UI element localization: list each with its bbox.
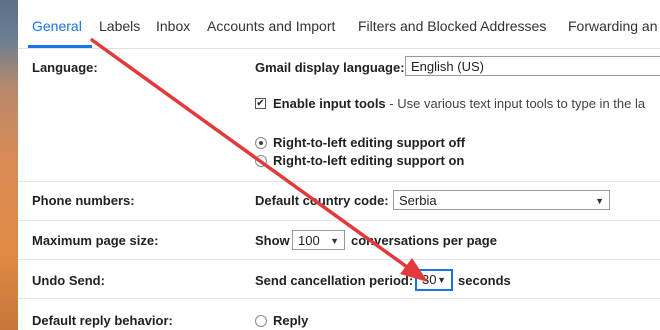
cancellation-period-label: Send cancellation period: xyxy=(255,273,414,288)
input-tools-text: Enable input tools - Use various text in… xyxy=(273,96,645,111)
settings-tabs: General Labels Inbox Accounts and Import… xyxy=(18,0,660,49)
rtl-off-label: Right-to-left editing support off xyxy=(273,135,466,150)
display-language-select[interactable]: English (US) xyxy=(405,56,660,76)
cancellation-period-select[interactable]: 30 ▼ xyxy=(415,269,453,291)
country-code-select[interactable]: Serbia ▼ xyxy=(393,190,610,210)
page-size-row: Maximum page size: Show 100 ▼ conversati… xyxy=(18,221,660,260)
tab-labels[interactable]: Labels xyxy=(99,18,140,34)
tab-forwarding[interactable]: Forwarding an xyxy=(568,18,658,34)
input-tools-description: - Use various text input tools to type i… xyxy=(385,96,646,111)
tab-accounts-and-import[interactable]: Accounts and Import xyxy=(207,18,335,34)
country-code-label: Default country code: xyxy=(255,193,389,208)
chevron-down-icon: ▼ xyxy=(437,275,446,285)
chevron-down-icon: ▼ xyxy=(330,236,339,246)
tab-filters-and-blocked-addresses[interactable]: Filters and Blocked Addresses xyxy=(358,18,546,34)
display-language-value: English (US) xyxy=(411,59,484,74)
page-size-row-label: Maximum page size: xyxy=(32,233,159,248)
page-size-select[interactable]: 100 ▼ xyxy=(292,230,345,250)
display-language-label: Gmail display language: xyxy=(255,60,405,75)
settings-panel: General Labels Inbox Accounts and Import… xyxy=(18,0,660,330)
page-size-prefix: Show xyxy=(255,233,290,248)
reply-behavior-row: Default reply behavior: Reply xyxy=(18,299,660,330)
tab-general[interactable]: General xyxy=(32,18,82,34)
seconds-label: seconds xyxy=(458,273,511,288)
reply-behavior-row-label: Default reply behavior: xyxy=(32,313,173,328)
active-tab-indicator xyxy=(28,45,92,48)
language-row-label: Language: xyxy=(32,60,98,75)
reply-option-label: Reply xyxy=(273,313,309,328)
enable-input-tools-checkbox[interactable]: ✔ xyxy=(255,98,266,109)
input-tools-label: Enable input tools xyxy=(273,96,386,111)
cancellation-period-value: 30 xyxy=(422,272,437,287)
chevron-down-icon: ▼ xyxy=(595,196,604,206)
undo-send-row-label: Undo Send: xyxy=(32,273,105,288)
tab-inbox[interactable]: Inbox xyxy=(156,18,190,34)
page-size-value: 100 xyxy=(298,233,320,248)
phone-numbers-row: Phone numbers: Default country code: Ser… xyxy=(18,182,660,221)
undo-send-row: Undo Send: Send cancellation period: 30 … xyxy=(18,260,660,299)
language-row: Language: Gmail display language: Englis… xyxy=(18,49,660,182)
rtl-off-radio[interactable] xyxy=(255,137,267,149)
country-code-value: Serbia xyxy=(399,193,437,208)
rtl-on-radio[interactable] xyxy=(255,155,267,167)
phone-numbers-row-label: Phone numbers: xyxy=(32,193,135,208)
rtl-on-label: Right-to-left editing support on xyxy=(273,153,465,168)
reply-radio[interactable] xyxy=(255,315,267,327)
page-size-suffix: conversations per page xyxy=(351,233,497,248)
